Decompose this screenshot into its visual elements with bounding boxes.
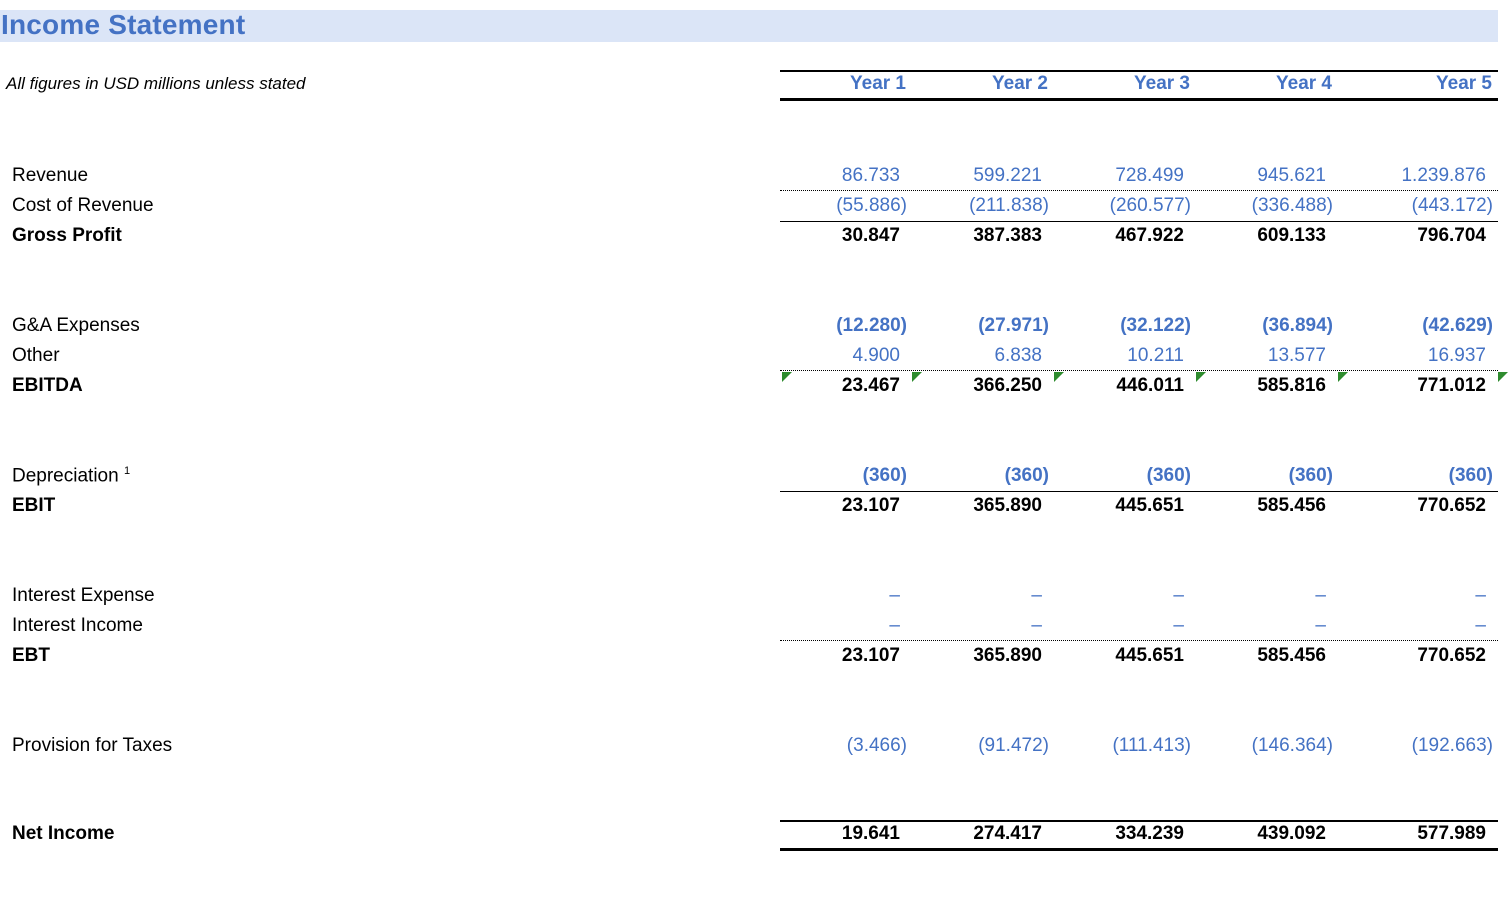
- cell-depreciation-y4[interactable]: (360): [1203, 465, 1333, 487]
- cell-ebt-y5[interactable]: 770.652: [1356, 645, 1486, 667]
- cell-ebit-y5[interactable]: 770.652: [1356, 495, 1486, 517]
- cell-ebit-y2[interactable]: 365.890: [912, 495, 1042, 517]
- cell-interest-expense-y1[interactable]: –: [770, 585, 900, 607]
- cell-ga-expenses-y4[interactable]: (36.894): [1203, 315, 1333, 337]
- row-label-other[interactable]: Other: [12, 345, 60, 367]
- cell-ebt-y4[interactable]: 585.456: [1196, 645, 1326, 667]
- cell-gross-profit-y2[interactable]: 387.383: [912, 225, 1042, 247]
- cell-interest-income-y2[interactable]: –: [912, 615, 1042, 637]
- dotted-rule: [780, 370, 1498, 371]
- cell-taxes-y3[interactable]: (111.413): [1061, 735, 1191, 757]
- header-bottom-rule: [780, 98, 1498, 101]
- column-header-year-1[interactable]: Year 1: [776, 73, 906, 95]
- cell-cost-of-revenue-y5[interactable]: (443.172): [1363, 195, 1493, 217]
- row-label-revenue[interactable]: Revenue: [12, 165, 88, 187]
- cell-depreciation-y3[interactable]: (360): [1061, 465, 1191, 487]
- row-label-ebit[interactable]: EBIT: [12, 495, 55, 517]
- cell-interest-expense-y5[interactable]: –: [1356, 585, 1486, 607]
- cell-net-income-y2[interactable]: 274.417: [912, 823, 1042, 845]
- footnote-marker: 1: [123, 465, 131, 477]
- cell-ebitda-y4[interactable]: 585.816: [1196, 375, 1326, 397]
- cell-other-y5[interactable]: 16.937: [1356, 345, 1486, 367]
- net-income-top-rule: [780, 820, 1498, 822]
- row-label-cost-of-revenue[interactable]: Cost of Revenue: [12, 195, 154, 217]
- cell-ga-expenses-y2[interactable]: (27.971): [919, 315, 1049, 337]
- row-label-net-income[interactable]: Net Income: [12, 823, 114, 845]
- cell-ebt-y2[interactable]: 365.890: [912, 645, 1042, 667]
- cell-depreciation-y1[interactable]: (360): [777, 465, 907, 487]
- cell-cost-of-revenue-y2[interactable]: (211.838): [919, 195, 1049, 217]
- cell-interest-expense-y4[interactable]: –: [1196, 585, 1326, 607]
- cell-ga-expenses-y3[interactable]: (32.122): [1061, 315, 1191, 337]
- header-top-rule: [780, 70, 1498, 72]
- net-income-bottom-rule: [780, 848, 1498, 851]
- cell-other-y3[interactable]: 10.211: [1054, 345, 1184, 367]
- cell-ebt-y1[interactable]: 23.107: [770, 645, 900, 667]
- cell-net-income-y4[interactable]: 439.092: [1196, 823, 1326, 845]
- row-label-ebitda[interactable]: EBITDA: [12, 375, 83, 397]
- cell-ebitda-y2[interactable]: 366.250: [912, 375, 1042, 397]
- cell-revenue-y1[interactable]: 86.733: [770, 165, 900, 187]
- cell-ebt-y3[interactable]: 445.651: [1054, 645, 1184, 667]
- cell-ebitda-y5[interactable]: 771.012: [1356, 375, 1486, 397]
- cell-other-y2[interactable]: 6.838: [912, 345, 1042, 367]
- cell-depreciation-y5[interactable]: (360): [1363, 465, 1493, 487]
- dotted-rule: [780, 190, 1498, 191]
- cell-taxes-y2[interactable]: (91.472): [919, 735, 1049, 757]
- subtotal-rule: [780, 221, 1498, 222]
- row-label-ga-expenses[interactable]: G&A Expenses: [12, 315, 140, 337]
- cell-ebit-y3[interactable]: 445.651: [1054, 495, 1184, 517]
- cell-cost-of-revenue-y3[interactable]: (260.577): [1061, 195, 1191, 217]
- cell-interest-income-y1[interactable]: –: [770, 615, 900, 637]
- cell-interest-income-y3[interactable]: –: [1054, 615, 1184, 637]
- cell-note-marker-icon: [1498, 372, 1508, 382]
- cell-interest-expense-y3[interactable]: –: [1054, 585, 1184, 607]
- cell-depreciation-y2[interactable]: (360): [919, 465, 1049, 487]
- row-label-depreciation[interactable]: Depreciation 1: [12, 465, 130, 487]
- cell-ebitda-y3[interactable]: 446.011: [1054, 375, 1184, 397]
- page-title: Income Statement: [1, 9, 246, 40]
- subtotal-rule: [780, 491, 1498, 492]
- cell-ga-expenses-y1[interactable]: (12.280): [777, 315, 907, 337]
- cell-taxes-y1[interactable]: (3.466): [777, 735, 907, 757]
- cell-note-marker-icon: [1338, 372, 1348, 382]
- cell-revenue-y4[interactable]: 945.621: [1196, 165, 1326, 187]
- cell-ebitda-y1[interactable]: 23.467: [770, 375, 900, 397]
- units-note: All figures in USD millions unless state…: [6, 74, 306, 93]
- cell-interest-income-y4[interactable]: –: [1196, 615, 1326, 637]
- cell-interest-expense-y2[interactable]: –: [912, 585, 1042, 607]
- cell-ga-expenses-y5[interactable]: (42.629): [1363, 315, 1493, 337]
- cell-revenue-y3[interactable]: 728.499: [1054, 165, 1184, 187]
- cell-ebit-y1[interactable]: 23.107: [770, 495, 900, 517]
- row-label-ebt[interactable]: EBT: [12, 645, 50, 667]
- cell-interest-income-y5[interactable]: –: [1356, 615, 1486, 637]
- cell-ebit-y4[interactable]: 585.456: [1196, 495, 1326, 517]
- column-header-year-5[interactable]: Year 5: [1362, 73, 1492, 95]
- row-label-provision-for-taxes[interactable]: Provision for Taxes: [12, 735, 172, 757]
- cell-other-y1[interactable]: 4.900: [770, 345, 900, 367]
- cell-revenue-y5[interactable]: 1.239.876: [1356, 165, 1486, 187]
- cell-cost-of-revenue-y1[interactable]: (55.886): [777, 195, 907, 217]
- cell-gross-profit-y3[interactable]: 467.922: [1054, 225, 1184, 247]
- row-label-interest-income[interactable]: Interest Income: [12, 615, 143, 637]
- column-header-year-2[interactable]: Year 2: [918, 73, 1048, 95]
- row-label-interest-expense[interactable]: Interest Expense: [12, 585, 155, 607]
- cell-net-income-y3[interactable]: 334.239: [1054, 823, 1184, 845]
- cell-gross-profit-y5[interactable]: 796.704: [1356, 225, 1486, 247]
- cell-gross-profit-y4[interactable]: 609.133: [1196, 225, 1326, 247]
- row-label-depreciation-text: Depreciation: [12, 465, 119, 487]
- cell-cost-of-revenue-y4[interactable]: (336.488): [1203, 195, 1333, 217]
- dotted-rule: [780, 640, 1498, 641]
- column-header-year-3[interactable]: Year 3: [1060, 73, 1190, 95]
- row-label-gross-profit[interactable]: Gross Profit: [12, 225, 122, 247]
- cell-other-y4[interactable]: 13.577: [1196, 345, 1326, 367]
- cell-net-income-y5[interactable]: 577.989: [1356, 823, 1486, 845]
- cell-taxes-y5[interactable]: (192.663): [1363, 735, 1493, 757]
- cell-revenue-y2[interactable]: 599.221: [912, 165, 1042, 187]
- cell-net-income-y1[interactable]: 19.641: [770, 823, 900, 845]
- cell-gross-profit-y1[interactable]: 30.847: [770, 225, 900, 247]
- cell-taxes-y4[interactable]: (146.364): [1203, 735, 1333, 757]
- column-header-year-4[interactable]: Year 4: [1202, 73, 1332, 95]
